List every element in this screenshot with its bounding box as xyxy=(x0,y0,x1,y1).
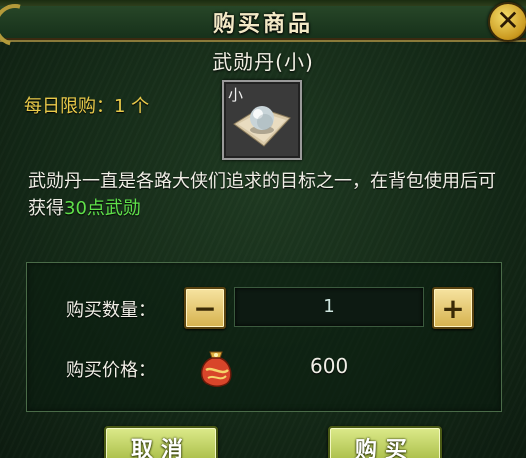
pill-icon xyxy=(233,106,291,147)
cancel-button[interactable]: 取消 xyxy=(104,426,218,458)
plus-icon: + xyxy=(441,291,465,325)
item-description: 武勋丹一直是各路大侠们追求的目标之一，在背包使用后可获得30点武勋 xyxy=(28,168,504,222)
title-bar: 购买商品 xyxy=(0,0,526,54)
description-reward: 30点武勋 xyxy=(64,198,141,219)
close-button[interactable]: ✕ xyxy=(488,2,526,42)
item-icon-slot[interactable]: 小 xyxy=(222,80,302,160)
daily-limit: 每日限购：1 个 xyxy=(24,96,150,117)
currency-pouch-icon xyxy=(200,351,232,387)
close-icon: ✕ xyxy=(496,4,520,37)
increment-button[interactable]: + xyxy=(432,287,474,329)
minus-icon: − xyxy=(193,291,217,325)
quantity-input[interactable]: 1 xyxy=(234,287,424,327)
quantity-label: 购买数量： xyxy=(66,300,156,321)
price-label: 购买价格： xyxy=(66,360,156,381)
purchase-panel xyxy=(26,262,502,412)
purchase-dialog: 购买商品 ✕ 武勋丹(小) 每日限购：1 个 小 武勋丹一直是各路大侠们追求的目… xyxy=(0,0,526,458)
item-name: 武勋丹(小) xyxy=(212,50,314,74)
dialog-title: 购买商品 xyxy=(212,12,313,37)
price-value: 600 xyxy=(310,354,349,378)
decrement-button[interactable]: − xyxy=(184,287,226,329)
buy-button[interactable]: 购买 xyxy=(328,426,442,458)
